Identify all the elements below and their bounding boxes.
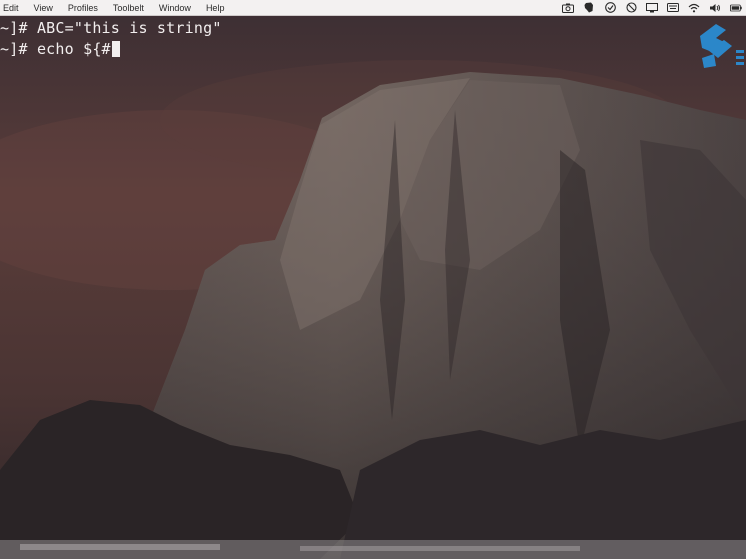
battery-icon[interactable]	[730, 2, 742, 13]
volume-icon[interactable]	[709, 2, 721, 13]
menu-profiles[interactable]: Profiles	[68, 3, 98, 13]
text-cursor	[111, 41, 120, 57]
menu-bar: Edit View Profiles Toolbelt Window Help	[0, 0, 746, 16]
status-area	[553, 0, 742, 15]
command-text: echo ${#	[36, 40, 111, 58]
menu-window[interactable]: Window	[159, 3, 191, 13]
evernote-icon[interactable]	[583, 2, 595, 13]
keyboard-icon[interactable]	[667, 2, 679, 13]
desktop-wallpaper	[0, 0, 746, 559]
prompt: ~]#	[0, 19, 28, 37]
terminal-output[interactable]: ~]# ABC="this is string" ~]# echo ${#	[0, 18, 222, 60]
display-icon[interactable]	[646, 2, 658, 13]
notification-icon[interactable]	[604, 2, 616, 13]
menu-view[interactable]: View	[34, 3, 53, 13]
prompt: ~]#	[0, 40, 28, 58]
menu-help[interactable]: Help	[206, 3, 225, 13]
terminal-line-2: ~]# echo ${#	[0, 39, 222, 60]
camera-icon[interactable]	[562, 2, 574, 13]
wifi-icon[interactable]	[688, 2, 700, 13]
watermark-logo-icon	[686, 20, 746, 76]
terminal-line-1: ~]# ABC="this is string"	[0, 18, 222, 39]
sync-icon[interactable]	[625, 2, 637, 13]
command-text: ABC="this is string"	[36, 19, 222, 37]
menu-edit[interactable]: Edit	[3, 3, 19, 13]
menu-list: Edit View Profiles Toolbelt Window Help	[0, 3, 239, 13]
menu-toolbelt[interactable]: Toolbelt	[113, 3, 144, 13]
